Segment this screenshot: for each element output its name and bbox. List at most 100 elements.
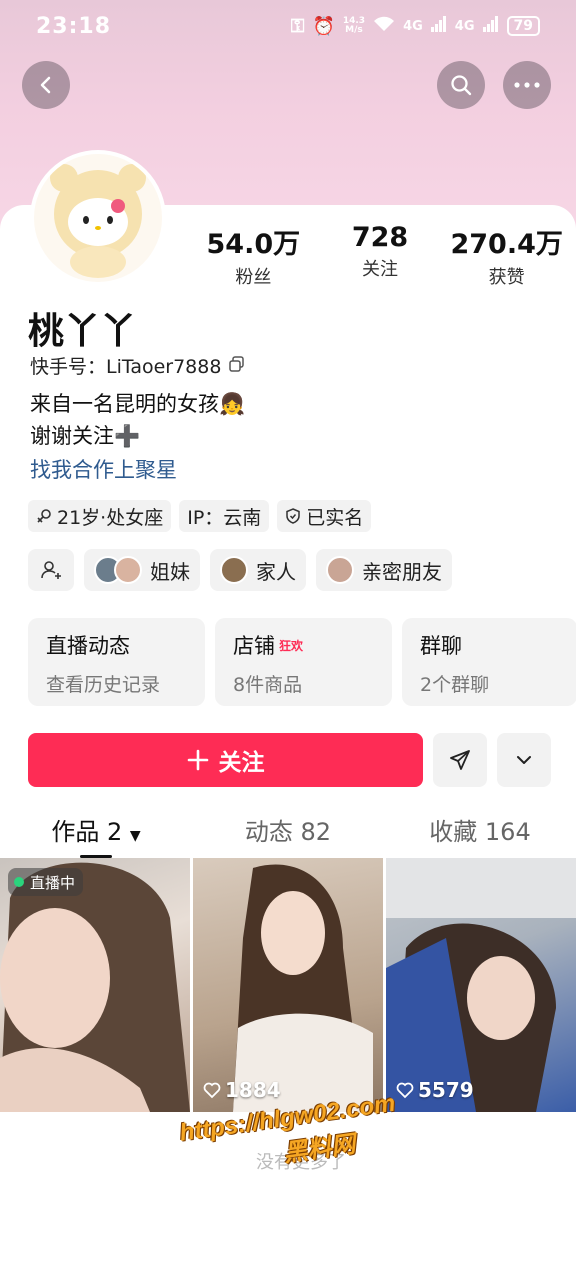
copy-icon[interactable] xyxy=(229,355,245,377)
signal-label-2: 4G xyxy=(454,18,475,34)
feature-shop[interactable]: 店铺 狂欢 8件商品 xyxy=(215,618,392,706)
bio-line-1: 来自一名昆明的女孩👧 xyxy=(30,392,246,416)
group-sisters[interactable]: 姐妹 xyxy=(84,549,200,591)
feature-shop-title-row: 店铺 狂欢 xyxy=(233,630,374,660)
stat-likes-value: 270.4万 xyxy=(450,229,563,260)
age-tag: 21岁·处女座 xyxy=(28,500,172,532)
video-tile[interactable]: 5579 xyxy=(386,858,576,1112)
ip-tag: IP：云南 xyxy=(179,500,270,532)
avatar[interactable] xyxy=(30,150,166,286)
video-thumbnail xyxy=(233,864,373,1112)
feature-group-title: 群聊 xyxy=(420,634,462,658)
feature-group-chat[interactable]: 群聊 2个群聊 xyxy=(402,618,576,706)
tab-works[interactable]: 作品 2 ▼ xyxy=(0,808,192,858)
video-likes: 1884 xyxy=(203,1078,281,1102)
send-icon xyxy=(450,750,470,770)
user-id-row: 快手号：LiTaoer7888 xyxy=(30,352,245,379)
message-button[interactable] xyxy=(433,733,487,787)
status-bar: 23:18 ⚿ ⏰ 14.3 M/s 4G 4G 79 xyxy=(0,0,576,52)
chevron-left-icon xyxy=(40,76,51,94)
video-thumbnail xyxy=(386,858,576,1112)
stat-following-label: 关注 xyxy=(362,259,398,280)
plus-icon xyxy=(187,749,208,771)
video-thumbnail xyxy=(0,862,190,1112)
stat-likes-label: 获赞 xyxy=(488,267,525,288)
tab-favorites[interactable]: 收藏 164 xyxy=(384,808,576,858)
group-close-label: 亲密朋友 xyxy=(362,559,442,584)
group-close-friends[interactable]: 亲密朋友 xyxy=(316,549,452,591)
verified-tag: 已实名 xyxy=(277,500,372,532)
chevron-down-icon xyxy=(517,756,531,764)
signal-label-1: 4G xyxy=(403,18,423,34)
shield-icon xyxy=(286,508,301,524)
key-icon: ⚿ xyxy=(290,15,305,37)
bio-link[interactable]: 找我合作上聚星 xyxy=(30,454,177,484)
caret-down-icon: ▼ xyxy=(129,828,141,844)
add-user-icon xyxy=(41,561,61,579)
feature-shop-title: 店铺 xyxy=(233,634,275,658)
follow-button-label: 关注 xyxy=(218,750,265,776)
stat-fans-label: 粉丝 xyxy=(235,267,272,288)
alarm-icon: ⏰ xyxy=(312,15,335,37)
more-dots-icon xyxy=(514,82,540,88)
feature-group-sub: 2个群聊 xyxy=(420,674,490,696)
profile-name: 桃丫丫 xyxy=(28,311,137,352)
tab-works-label: 作品 2 xyxy=(51,818,123,846)
stats-row: 54.0万 粉丝 728 关注 270.4万 获赞 xyxy=(190,222,570,289)
stat-following-value: 728 xyxy=(351,222,409,253)
follow-button[interactable]: 关注 xyxy=(28,733,423,787)
net-speed: 14.3 M/s xyxy=(342,16,366,35)
group-family[interactable]: 家人 xyxy=(210,549,306,591)
stat-likes[interactable]: 270.4万 获赞 xyxy=(443,222,570,289)
more-options-button[interactable] xyxy=(497,733,551,787)
bio: 来自一名昆明的女孩👧 谢谢关注➕ xyxy=(30,388,245,452)
video-likes-count: 1884 xyxy=(225,1078,281,1102)
battery-indicator: 79 xyxy=(506,16,540,36)
tab-favorites-label: 收藏 164 xyxy=(429,818,531,846)
signal-icon-1 xyxy=(430,16,447,36)
back-button[interactable] xyxy=(22,61,70,109)
bio-line-2: 谢谢关注➕ xyxy=(30,424,141,448)
feature-shop-sub: 8件商品 xyxy=(233,674,303,696)
feature-live-title: 直播动态 xyxy=(46,634,130,658)
action-row: 关注 xyxy=(28,733,551,787)
relationship-row: 姐妹 家人 亲密朋友 xyxy=(28,549,452,591)
status-time: 23:18 xyxy=(36,13,112,39)
add-friend-button[interactable] xyxy=(28,549,74,591)
profile-tags: 21岁·处女座 IP：云南 已实名 xyxy=(28,500,372,532)
group-sisters-avatars xyxy=(94,556,142,584)
feature-live-history[interactable]: 直播动态 查看历史记录 xyxy=(28,618,205,706)
content-tabs: 作品 2 ▼ 动态 82 收藏 164 xyxy=(0,808,576,858)
gender-icon xyxy=(37,509,51,523)
avatar-image xyxy=(34,154,162,282)
live-dot-icon xyxy=(14,877,24,887)
group-family-avatar xyxy=(220,556,248,584)
feature-shop-badge: 狂欢 xyxy=(279,638,304,653)
stat-fans[interactable]: 54.0万 粉丝 xyxy=(190,222,317,289)
search-icon xyxy=(451,75,472,96)
group-sisters-label: 姐妹 xyxy=(150,559,190,584)
verified-tag-label: 已实名 xyxy=(306,506,364,529)
user-id: 快手号：LiTaoer7888 xyxy=(30,356,222,378)
stat-fans-value: 54.0万 xyxy=(206,229,301,260)
stat-following[interactable]: 728 关注 xyxy=(317,222,444,289)
feature-cards: 直播动态 查看历史记录 店铺 狂欢 8件商品 群聊 2个群聊 xyxy=(28,618,576,706)
group-close-avatar xyxy=(326,556,354,584)
heart-icon xyxy=(203,1082,221,1099)
group-family-label: 家人 xyxy=(256,559,296,584)
ip-tag-label: IP：云南 xyxy=(187,506,262,529)
wifi-icon xyxy=(373,16,395,37)
search-button[interactable] xyxy=(437,61,485,109)
tab-moments-label: 动态 82 xyxy=(244,818,332,846)
more-button[interactable] xyxy=(503,61,551,109)
live-badge-label: 直播中 xyxy=(30,873,76,892)
status-icons: ⚿ ⏰ 14.3 M/s 4G 4G 79 xyxy=(291,16,540,37)
video-tile[interactable]: 直播中 xyxy=(0,858,190,1112)
tab-moments[interactable]: 动态 82 xyxy=(192,808,384,858)
signal-icon-2 xyxy=(482,16,499,36)
video-tile[interactable]: 1884 xyxy=(193,858,383,1112)
live-badge: 直播中 xyxy=(8,868,84,896)
feature-live-sub: 查看历史记录 xyxy=(46,674,161,696)
video-grid: 直播中 1884 5579 xyxy=(0,858,576,1112)
age-tag-label: 21岁·处女座 xyxy=(57,506,164,529)
